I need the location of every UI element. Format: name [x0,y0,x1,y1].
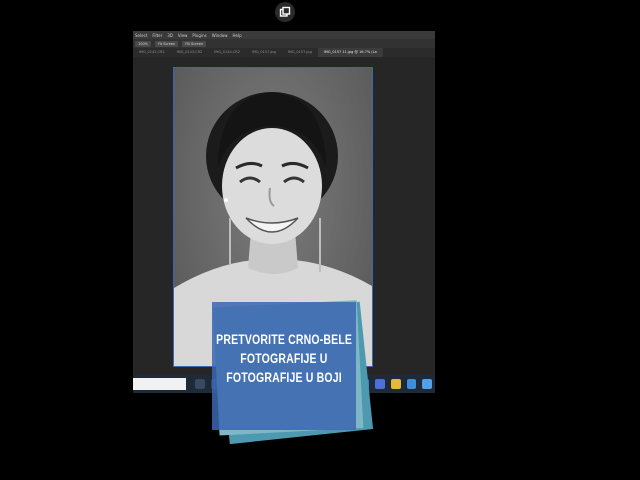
zoom-100-button[interactable]: 100% [135,40,152,47]
document-tab[interactable]: IMG_0157.jpg [282,48,318,57]
taskbar-search-box[interactable] [133,378,187,390]
fit-screen-button[interactable]: Fit Screen [155,40,179,47]
promo-text-line: PRETVORITE CRNO-BELE [216,332,352,347]
document-tab[interactable]: IMG_0144.CR2 [208,48,246,57]
promo-text-line: FOTOGRAFIJE U BOJI [226,370,342,385]
restore-window-icon[interactable] [275,2,295,22]
promo-card-front: PRETVORITE CRNO-BELE FOTOGRAFIJE U FOTOG… [212,302,356,430]
document-tab[interactable]: IMG_0142.CR2 [133,48,171,57]
menu-item-filter[interactable]: Filter [152,33,162,38]
document-tab[interactable]: IMG_0143.CR2 [171,48,209,57]
menu-item-3d[interactable]: 3D [167,33,173,38]
folder-icon[interactable] [390,379,401,389]
search-icon[interactable] [195,379,206,389]
edge-icon[interactable] [406,379,417,389]
fill-screen-button[interactable]: Fill Screen [182,40,207,47]
menu-item-window[interactable]: Window [212,33,228,38]
menu-bar: Select Filter 3D View Plugins Window Hel… [133,31,435,39]
promo-card: PRETVORITE CRNO-BELE FOTOGRAFIJE U FOTOG… [212,300,374,445]
promo-text-line: FOTOGRAFIJE U [240,351,328,366]
settings-icon[interactable] [422,379,432,389]
menu-item-plugins[interactable]: Plugins [192,33,206,38]
menu-item-help[interactable]: Help [232,33,241,38]
document-tab-active[interactable]: IMG_0157 11.jpg @ 16.7% (La [317,48,383,57]
chrome-icon[interactable] [375,379,385,389]
menu-item-view[interactable]: View [178,33,188,38]
options-bar: 100% Fit Screen Fill Screen [133,39,435,48]
menu-item-select[interactable]: Select [135,33,147,38]
document-tab[interactable]: IMG_0157.jpg [246,48,282,57]
